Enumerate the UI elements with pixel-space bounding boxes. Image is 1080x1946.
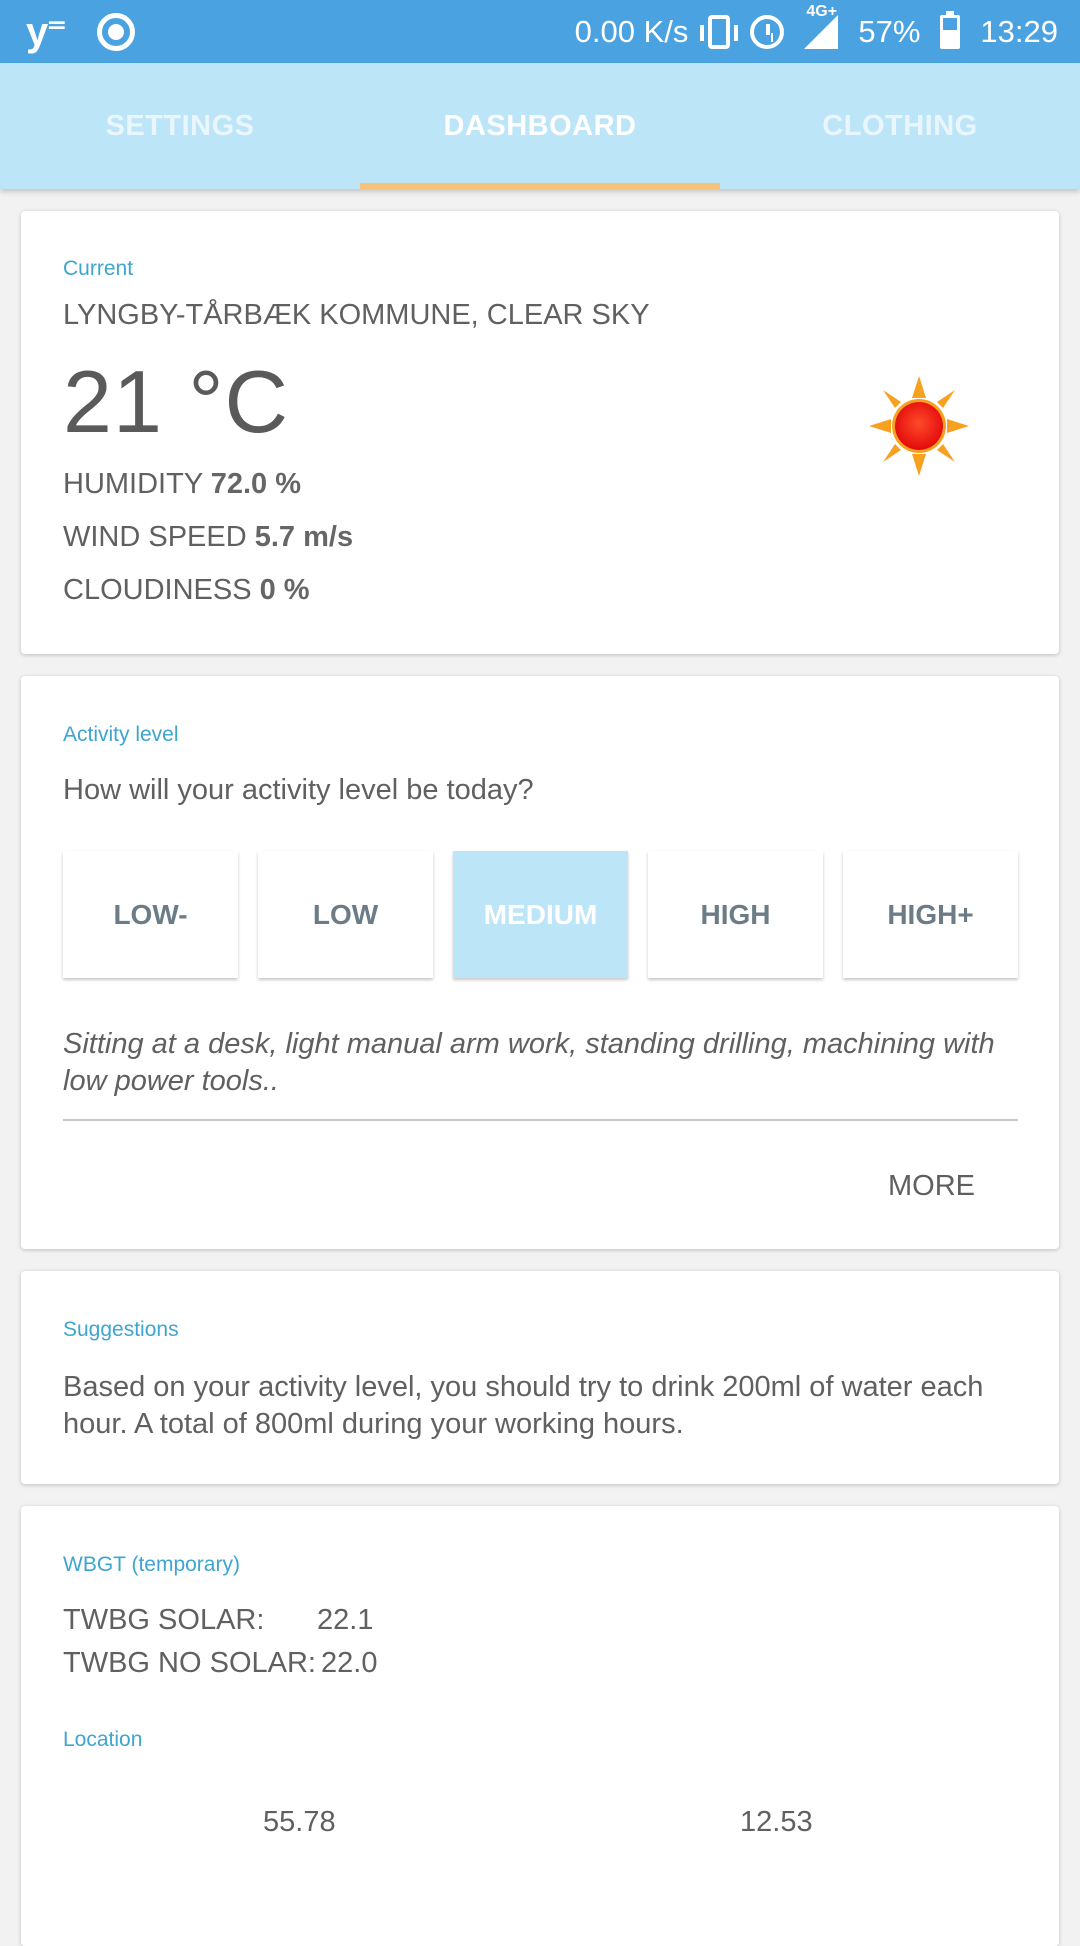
battery-charging-icon (940, 10, 961, 49)
signal-icon: 4G+ (804, 3, 839, 49)
current-title: Current (63, 257, 134, 280)
temperature: 21 °C (63, 352, 290, 451)
suggestions-card: Suggestions Based on your activity level… (21, 1271, 1059, 1484)
wind-row: WIND SPEED 5.7 m/s (63, 521, 353, 554)
sun-icon (869, 376, 969, 476)
net-speed: 0.00 K/s (574, 13, 689, 49)
wind-value: 5.7 m/s (254, 521, 354, 553)
cloud-row: CLOUDINESS 0 % (63, 574, 310, 607)
suggestions-text: Based on your activity level, you should… (63, 1371, 984, 1440)
wind-label: WIND SPEED (63, 521, 247, 553)
level-medium-button[interactable]: MEDIUM (453, 851, 628, 978)
latitude-value: 55.78 (263, 1806, 336, 1838)
wbgt-title: WBGT (temporary) (63, 1553, 240, 1576)
y-notification-icon: y⁼ (26, 9, 67, 54)
current-weather-card: Current LYNGBY-TÅRBÆK KOMMUNE, CLEAR SKY… (21, 211, 1059, 654)
record-icon (97, 12, 136, 51)
humidity-value: 72.0 % (210, 468, 301, 500)
divider (63, 1119, 1018, 1121)
tab-clothing[interactable]: CLOTHING (720, 63, 1080, 189)
cloud-value: 0 % (259, 574, 310, 606)
tab-dashboard[interactable]: DASHBOARD (360, 63, 720, 189)
twbg-nosolar-label: TWBG NO SOLAR: (63, 1647, 316, 1679)
twbg-solar-label: TWBG SOLAR: (63, 1604, 265, 1636)
cloud-label: CLOUDINESS (63, 574, 252, 606)
battery-percent: 57% (858, 13, 921, 49)
alarm-icon (750, 14, 785, 49)
more-button[interactable]: MORE (888, 1170, 975, 1203)
tab-settings[interactable]: SETTINGS (0, 63, 360, 189)
activity-question: How will your activity level be today? (63, 774, 534, 806)
longitude-value: 12.53 (740, 1806, 813, 1838)
activity-level-selector: LOW- LOW MEDIUM HIGH HIGH+ (63, 851, 1018, 978)
status-bar: y⁼ 0.00 K/s 4G+ 57% 13:29 (0, 0, 1080, 63)
clock: 13:29 (980, 13, 1058, 49)
humidity-label: HUMIDITY (63, 468, 203, 500)
activity-card: Activity level How will your activity le… (21, 676, 1059, 1249)
tab-bar: SETTINGS DASHBOARD CLOTHING (0, 63, 1080, 189)
level-high-plus-button[interactable]: HIGH+ (843, 851, 1018, 978)
twbg-solar-value: 22.1 (317, 1604, 374, 1636)
network-type: 4G+ (806, 2, 838, 20)
suggestions-title: Suggestions (63, 1318, 179, 1341)
activity-description: Sitting at a desk, light manual arm work… (63, 1028, 995, 1097)
humidity-row: HUMIDITY 72.0 % (63, 468, 301, 501)
twbg-nosolar-value: 22.0 (321, 1647, 378, 1679)
level-high-button[interactable]: HIGH (648, 851, 823, 978)
location-name: LYNGBY-TÅRBÆK KOMMUNE, CLEAR SKY (63, 299, 650, 331)
wbgt-card: WBGT (temporary) TWBG SOLAR: 22.1 TWBG N… (21, 1506, 1059, 1946)
activity-title: Activity level (63, 723, 179, 746)
location-title: Location (63, 1728, 143, 1751)
level-low-minus-button[interactable]: LOW- (63, 851, 238, 978)
vibrate-icon (700, 14, 739, 49)
level-low-button[interactable]: LOW (258, 851, 433, 978)
